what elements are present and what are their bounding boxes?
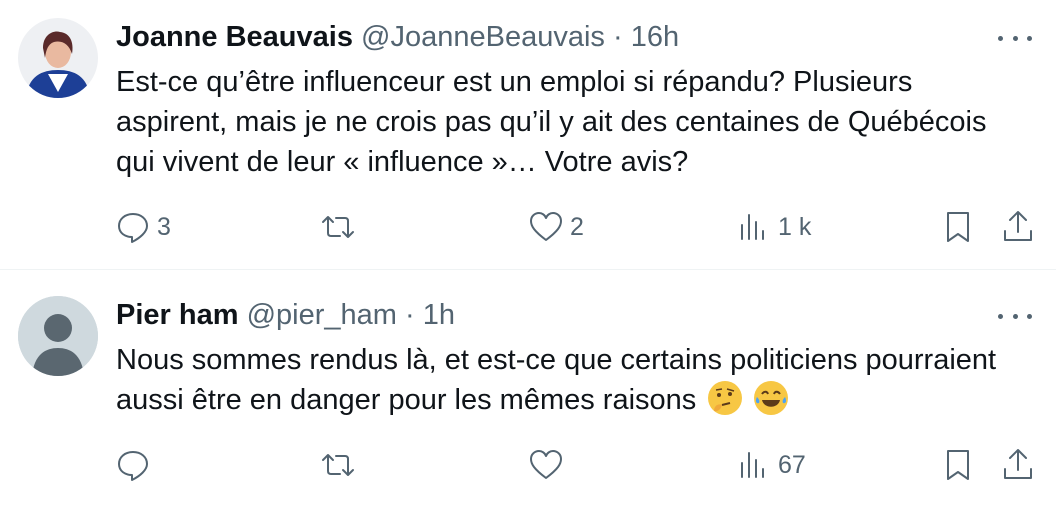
tweet-text: Nous sommes rendus là, et est-ce que cer… bbox=[116, 340, 1026, 420]
tweet-header: Joanne Beauvais @JoanneBeauvais · 16h bbox=[116, 20, 679, 54]
views-icon bbox=[741, 214, 764, 240]
share-button[interactable] bbox=[1000, 207, 1036, 247]
share-button[interactable] bbox=[1000, 445, 1036, 485]
timestamp[interactable]: 16h bbox=[631, 21, 679, 53]
retweet-button[interactable] bbox=[320, 445, 362, 485]
separator: · bbox=[404, 299, 415, 331]
like-icon bbox=[530, 212, 562, 241]
tweet-1[interactable]: Joanne Beauvais @JoanneBeauvais · 16h Es… bbox=[0, 0, 1056, 270]
reply-count: 3 bbox=[157, 212, 171, 241]
tweet-2[interactable]: Pier ham @pier_ham · 1h Nous sommes rend… bbox=[0, 270, 1056, 508]
separator: · bbox=[612, 21, 623, 53]
reply-icon bbox=[118, 451, 148, 481]
timestamp[interactable]: 1h bbox=[423, 299, 455, 331]
avatar-pier-ham[interactable] bbox=[18, 296, 98, 376]
reply-icon bbox=[118, 213, 148, 243]
like-count: 2 bbox=[570, 212, 584, 241]
like-button[interactable]: 2 bbox=[528, 207, 584, 247]
tweet-actions: 3 2 1 k bbox=[0, 207, 1056, 247]
like-button[interactable] bbox=[528, 445, 570, 485]
reply-button[interactable] bbox=[115, 445, 157, 485]
tweet-text-body: Nous sommes rendus là, et est-ce que cer… bbox=[116, 344, 997, 416]
display-name[interactable]: Joanne Beauvais bbox=[116, 21, 353, 53]
views-button[interactable]: 67 bbox=[736, 445, 806, 485]
share-icon bbox=[1004, 449, 1032, 479]
retweet-icon bbox=[322, 454, 354, 476]
handle[interactable]: @JoanneBeauvais bbox=[361, 21, 605, 53]
more-icon[interactable] bbox=[998, 306, 1032, 326]
avatar-joanne[interactable] bbox=[18, 18, 98, 98]
bookmark-button[interactable] bbox=[940, 445, 976, 485]
tears-of-joy-emoji-icon bbox=[754, 381, 789, 415]
bookmark-icon bbox=[947, 450, 969, 480]
thinking-face-emoji-icon bbox=[708, 381, 743, 415]
tweet-text: Est-ce qu’être influenceur est un emploi… bbox=[116, 66, 987, 178]
more-icon[interactable] bbox=[998, 28, 1032, 48]
retweet-icon bbox=[322, 216, 354, 238]
reply-button[interactable]: 3 bbox=[115, 207, 171, 247]
views-count: 67 bbox=[778, 450, 806, 479]
retweet-button[interactable] bbox=[320, 207, 362, 247]
tweet-header: Pier ham @pier_ham · 1h bbox=[116, 298, 455, 332]
like-icon bbox=[530, 450, 562, 479]
tweet-actions: 67 bbox=[0, 445, 1056, 485]
bookmark-button[interactable] bbox=[940, 207, 976, 247]
display-name[interactable]: Pier ham bbox=[116, 299, 239, 331]
views-count: 1 k bbox=[778, 212, 812, 241]
bookmark-icon bbox=[947, 212, 969, 242]
views-icon bbox=[741, 452, 764, 478]
share-icon bbox=[1004, 211, 1032, 241]
handle[interactable]: @pier_ham bbox=[247, 299, 397, 331]
views-button[interactable]: 1 k bbox=[736, 207, 811, 247]
